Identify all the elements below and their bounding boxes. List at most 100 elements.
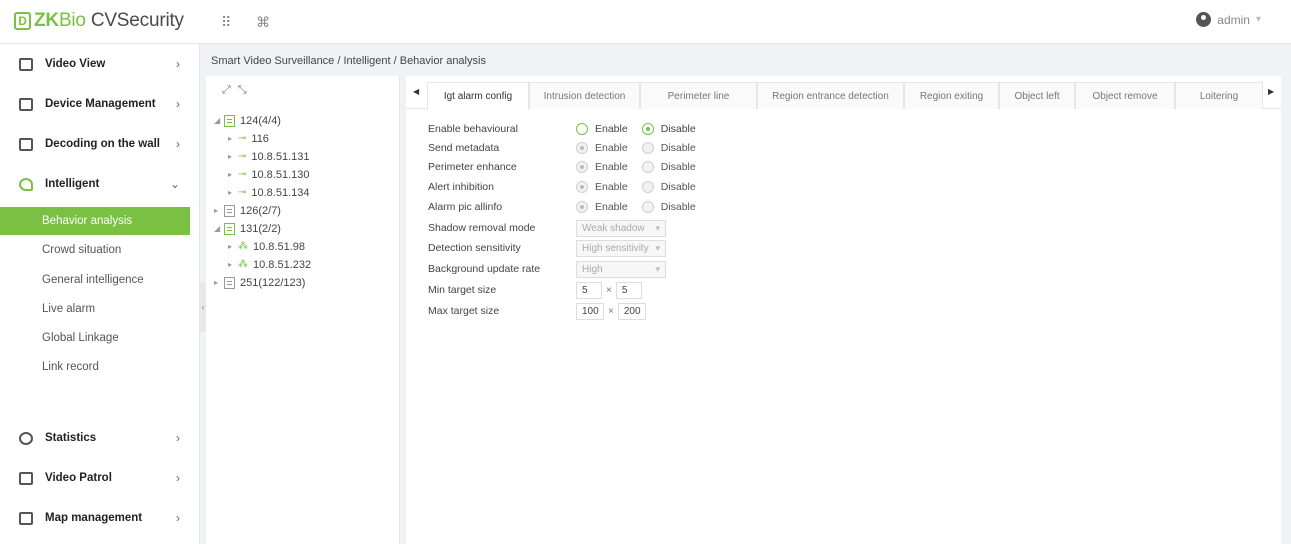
tree-node[interactable]: ▸ ⁂ 10.8.51.232 <box>228 256 311 274</box>
field-label: Detection sensitivity <box>428 242 521 254</box>
form-row-detection-sensitivity: Detection sensitivity High sensitivity <box>428 239 666 257</box>
app-logo[interactable]: D ZK Bio CVSecurity <box>14 10 184 32</box>
radio-label: Enable <box>595 201 628 213</box>
background-update-select[interactable]: High <box>576 260 666 278</box>
max-target-width-input[interactable]: 100 <box>576 302 604 320</box>
sidebar-subitem-general-intelligence[interactable]: General intelligence <box>0 266 190 294</box>
radio-disable[interactable]: Disable <box>641 181 696 193</box>
user-name: admin <box>1217 12 1250 27</box>
radio-label: Enable <box>595 181 628 193</box>
form-row-background-update: Background update rate High <box>428 260 666 278</box>
collapse-all-icon[interactable]: ⤡ <box>238 84 247 96</box>
field-label: Alert inhibition <box>428 181 494 193</box>
sidebar-item-label: Device Management <box>45 98 156 110</box>
radio-circle-icon <box>641 161 654 173</box>
radio-enable[interactable]: Enable <box>576 123 628 135</box>
sidebar-subitem-crowd-situation[interactable]: Crowd situation <box>0 236 190 264</box>
radio-circle-icon <box>641 123 654 135</box>
camera-alt-icon: ⁂ <box>238 259 248 270</box>
tree-node[interactable]: ◢ 131(2/2) <box>214 220 281 238</box>
tree-node[interactable]: ▸ 126(2/7) <box>214 202 281 220</box>
tree-node[interactable]: ▸ ⁂ 10.8.51.98 <box>228 238 305 256</box>
sidebar-item-decoding[interactable]: Decoding on the wall › <box>0 126 200 162</box>
statistics-icon <box>19 431 33 445</box>
sidebar-item-video-patrol[interactable]: Video Patrol › <box>0 460 200 496</box>
camera-icon: ⊸ <box>238 187 247 198</box>
form-row-shadow-removal: Shadow removal mode Weak shadow <box>428 219 666 237</box>
radio-circle-icon <box>576 123 588 135</box>
chevron-right-icon: › <box>176 471 180 485</box>
radio-enable[interactable]: Enable <box>576 201 628 213</box>
radio-circle-icon <box>641 201 654 213</box>
tree-node[interactable]: ◢ 124(4/4) <box>214 112 281 130</box>
min-target-width-input[interactable]: 5 <box>576 281 602 299</box>
tab-perimeter-line[interactable]: Perimeter line <box>640 82 757 109</box>
max-target-height-input[interactable]: 200 <box>617 302 646 320</box>
logo-mark: D <box>14 12 31 30</box>
chevron-right-icon: › <box>176 431 180 445</box>
sidebar-subitem-global-linkage[interactable]: Global Linkage <box>0 324 190 352</box>
tree-node-label: 10.8.51.134 <box>251 187 310 199</box>
radio-disable[interactable]: Disable <box>641 201 696 213</box>
radio-enable[interactable]: Enable <box>576 181 628 193</box>
radio-label: Enable <box>595 142 628 154</box>
radio-label: Disable <box>660 181 696 193</box>
form-row-enable-behavioural: Enable behavioural Enable Disable <box>428 121 710 137</box>
tree-node[interactable]: ▸ 251(122/123) <box>214 274 305 292</box>
shadow-removal-select[interactable]: Weak shadow <box>576 219 666 237</box>
sidebar-item-device-management[interactable]: Device Management › <box>0 86 200 122</box>
tab-intrusion-detection[interactable]: Intrusion detection <box>529 82 640 109</box>
tab-region-entrance-detection[interactable]: Region entrance detection <box>757 82 904 109</box>
grid-icon[interactable]: ⠿ <box>221 14 231 31</box>
radio-label: Enable <box>595 161 628 173</box>
sidebar-subitem-behavior-analysis[interactable]: Behavior analysis <box>0 207 190 235</box>
sidebar-subitem-live-alarm[interactable]: Live alarm <box>0 295 190 323</box>
radio-disable[interactable]: Disable <box>641 142 696 154</box>
camera-icon: ⊸ <box>238 169 247 180</box>
form-row-alert-inhibition: Alert inhibition Enable Disable <box>428 179 710 195</box>
user-menu[interactable]: admin ▾ <box>1196 12 1261 27</box>
logo-bio: Bio <box>58 10 86 31</box>
tab-scroll-right-icon[interactable]: ▶ <box>1268 87 1274 96</box>
min-target-height-input[interactable]: 5 <box>615 281 642 299</box>
sidebar-item-statistics[interactable]: Statistics › <box>0 420 200 456</box>
tree-node-label: 116 <box>251 133 269 145</box>
behavior-config-panel: ◀ Igt alarm config Intrusion detection P… <box>406 76 1281 544</box>
user-icon <box>1196 12 1212 27</box>
tree-node[interactable]: ▸ ⊸ 10.8.51.130 <box>228 166 310 184</box>
tree-node-label: 131(2/2) <box>240 223 281 235</box>
sidebar-subitem-link-record[interactable]: Link record <box>0 353 190 381</box>
device-box-icon <box>224 205 235 217</box>
detection-sensitivity-select[interactable]: High sensitivity <box>576 239 666 257</box>
expand-all-icon[interactable]: ⤢ <box>222 84 231 96</box>
tab-loitering[interactable]: Loitering <box>1175 82 1263 109</box>
radio-disable[interactable]: Disable <box>641 161 696 173</box>
radio-enable[interactable]: Enable <box>576 161 628 173</box>
tab-region-exiting[interactable]: Region exiting <box>904 82 999 109</box>
tab-igt-alarm-config[interactable]: Igt alarm config <box>427 82 529 110</box>
tab-object-remove[interactable]: Object remove <box>1075 82 1175 109</box>
radio-label: Enable <box>595 123 628 135</box>
sidebar-item-intelligent[interactable]: Intelligent ⌄ <box>0 166 200 202</box>
device-icon <box>19 97 33 111</box>
tab-bar: ◀ Igt alarm config Intrusion detection P… <box>406 79 1281 110</box>
radio-label: Disable <box>660 123 696 135</box>
radio-enable[interactable]: Enable <box>576 142 628 154</box>
tab-object-left[interactable]: Object left <box>999 82 1075 109</box>
chevron-right-icon: › <box>176 57 180 71</box>
tree-node[interactable]: ▸ ⊸ 10.8.51.134 <box>228 184 310 202</box>
map-icon <box>19 511 33 525</box>
field-label: Send metadata <box>428 142 500 154</box>
sidebar: Video View › Device Management › Decodin… <box>0 44 200 544</box>
sidebar-item-video-view[interactable]: Video View › <box>0 46 200 82</box>
device-tree-panel: ⤢ ⤡ ◢ 124(4/4) ▸ ⊸ 116 ▸ ⊸ 10.8.51.131 ▸ ⊸ 10.8… <box>206 76 400 544</box>
form-row-alarm-pic-allinfo: Alarm pic allinfo Enable Disable <box>428 199 710 215</box>
command-icon[interactable]: ⌘ <box>256 14 270 31</box>
radio-label: Disable <box>660 142 696 154</box>
tree-node[interactable]: ▸ ⊸ 10.8.51.131 <box>228 148 310 166</box>
tree-node-label: 10.8.51.232 <box>253 259 312 271</box>
tree-node[interactable]: ▸ ⊸ 116 <box>228 130 269 148</box>
sidebar-item-map-management[interactable]: Map management › <box>0 500 200 536</box>
radio-disable[interactable]: Disable <box>641 123 696 135</box>
tab-scroll-left-icon[interactable]: ◀ <box>413 87 419 96</box>
